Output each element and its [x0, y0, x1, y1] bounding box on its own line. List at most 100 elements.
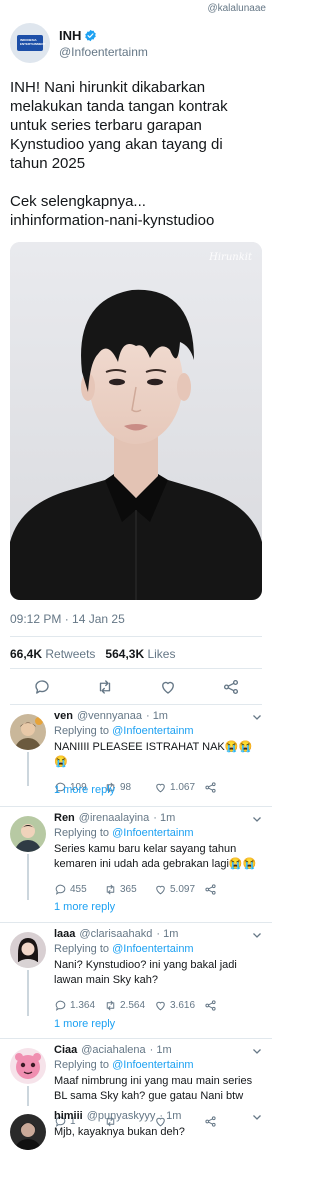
reply-avatar[interactable]	[10, 1048, 46, 1084]
replying-to-mention[interactable]: @Infoentertainm	[112, 943, 194, 955]
replying-to-mention[interactable]: @Infoentertainm	[112, 725, 194, 737]
replying-to-label: Replying to	[54, 1059, 110, 1071]
more-reply-link[interactable]: 1 more reply	[54, 901, 115, 913]
reply-time: · 1m	[156, 928, 179, 940]
more-reply-link[interactable]: 1 more reply	[54, 1018, 115, 1030]
reply-author-name[interactable]: himiii	[54, 1110, 83, 1122]
author-handle[interactable]: @Infoentertainm	[59, 45, 148, 59]
reply-time: · 1m	[159, 1110, 182, 1122]
avatar-logo-text: INDONESIA ENTERTAINMENT	[20, 38, 46, 46]
retweet-icon[interactable]	[96, 678, 114, 696]
reply-text: Nani? Kynstudioo? ini yang bakal jadi la…	[54, 959, 237, 986]
replying-to: Replying to @Infoentertainm	[54, 1059, 262, 1071]
replying-to-label: Replying to	[54, 943, 110, 955]
reply-avatar[interactable]	[10, 1114, 46, 1150]
reply-avatar[interactable]	[10, 816, 46, 852]
reply-tweet[interactable]: laaa @clarisaahakd · 1m Replying to @Inf…	[0, 928, 272, 1012]
chevron-down-icon[interactable]	[252, 712, 262, 722]
chevron-down-icon[interactable]	[252, 1046, 262, 1056]
reply-action-like[interactable]: 5.097	[154, 883, 204, 896]
reply-author-handle[interactable]: @vennyanaa	[77, 710, 142, 722]
reply-header: himiii @punyaskyyy · 1m	[54, 1110, 262, 1122]
reply-author-handle[interactable]: @aciahalena	[81, 1044, 145, 1056]
reply-avatar[interactable]	[10, 932, 46, 968]
author-name-line: INH	[59, 28, 148, 43]
reply-count: 1.364	[70, 1000, 96, 1011]
like-icon[interactable]	[159, 678, 177, 696]
reply-icon	[55, 1000, 66, 1011]
reply-action-like[interactable]: 3.616	[154, 999, 204, 1012]
reply-header: laaa @clarisaahakd · 1m	[54, 928, 262, 940]
tweet-stats: 66,4K Retweets 564,3K Likes	[10, 647, 175, 661]
reply-action-reply[interactable]: 1.364	[54, 999, 104, 1012]
divider	[0, 806, 272, 807]
tweet-photo[interactable]: Hirunkit	[10, 242, 262, 600]
reply-text: Series kamu baru kelar sayang tahun kema…	[54, 843, 257, 870]
author-avatar[interactable]: INDONESIA ENTERTAINMENT	[10, 23, 50, 63]
reply-author-name[interactable]: Ciaa	[54, 1044, 77, 1056]
reply-text: NANIIII PLEASEE ISTRAHAT NAK😭😭😭	[54, 741, 253, 768]
photo-watermark: Hirunkit	[209, 252, 252, 263]
reply-author-name[interactable]: Ren	[54, 812, 75, 824]
chevron-down-icon[interactable]	[252, 814, 262, 824]
share-icon[interactable]	[222, 678, 240, 696]
reply-header: ven @vennyanaa · 1m	[54, 710, 262, 722]
reply-actions: 1.364 2.564 3.616	[54, 999, 262, 1012]
reply-author-handle[interactable]: @irenaalayina	[79, 812, 150, 824]
tweet-action-bar	[10, 676, 262, 698]
reply-tweet[interactable]: himiii @punyaskyyy · 1m Mjb, kayaknya bu…	[0, 1110, 272, 1150]
reply-time: · 1m	[153, 812, 176, 824]
reply-tweet[interactable]: ven @vennyanaa · 1m Replying to @Infoent…	[0, 710, 272, 794]
reply-action-share[interactable]	[204, 999, 254, 1012]
reply-author-handle[interactable]: @clarisaahakd	[79, 928, 152, 940]
reply-time: · 1m	[149, 1044, 172, 1056]
reply-action-retweet[interactable]: 365	[104, 883, 154, 896]
divider	[0, 922, 272, 923]
like-icon	[156, 783, 165, 793]
replying-to-label: Replying to	[54, 827, 110, 839]
replying-to: Replying to @Infoentertainm	[54, 725, 262, 737]
retweets-count[interactable]: 66,4K	[10, 647, 42, 661]
tweet-timestamp[interactable]: 09:12 PM · 14 Jan 25	[10, 612, 125, 626]
author-name[interactable]: INH	[59, 28, 81, 43]
reply-icon	[55, 884, 66, 895]
reply-action-share[interactable]	[204, 781, 254, 794]
likes-count[interactable]: 564,3K	[105, 647, 144, 661]
chevron-down-icon[interactable]	[252, 1112, 262, 1122]
reply-action-reply[interactable]: 455	[54, 883, 104, 896]
reply-author-name[interactable]: laaa	[54, 928, 75, 940]
reply-actions: 455 365 5.097	[54, 883, 262, 896]
likes-label[interactable]: Likes	[147, 647, 175, 661]
reply-author-handle[interactable]: @punyaskyyy	[87, 1110, 156, 1122]
reply-header: Ren @irenaalayina · 1m	[54, 812, 262, 824]
replying-to: Replying to @Infoentertainm	[54, 943, 262, 955]
avatar-image	[10, 932, 46, 968]
reply-author-name[interactable]: ven	[54, 710, 73, 722]
like-count: 5.097	[170, 884, 196, 895]
verified-badge-icon	[85, 29, 97, 41]
thread-line	[27, 854, 29, 900]
chevron-down-icon[interactable]	[252, 930, 262, 940]
like-icon	[156, 1001, 165, 1011]
retweets-label[interactable]: Retweets	[45, 647, 95, 661]
reply-avatar[interactable]	[10, 714, 46, 750]
more-reply-link[interactable]: 1 more reply	[54, 784, 115, 796]
retweet-count: 98	[120, 782, 132, 793]
reply-action-like[interactable]: 1.067	[154, 781, 204, 794]
divider	[10, 636, 262, 637]
reply-text: Mjb, kayaknya bukan deh?	[54, 1126, 185, 1138]
portrait-image	[10, 242, 262, 600]
reply-icon[interactable]	[33, 678, 51, 696]
reply-action-retweet[interactable]: 2.564	[104, 999, 154, 1012]
reply-time: · 1m	[145, 710, 168, 722]
reply-body: ven @vennyanaa · 1m Replying to @Infoent…	[54, 710, 262, 794]
replying-to-mention[interactable]: @Infoentertainm	[112, 1059, 194, 1071]
reply-body: himiii @punyaskyyy · 1m Mjb, kayaknya bu…	[54, 1110, 262, 1140]
reply-action-share[interactable]	[204, 883, 254, 896]
reply-tweet[interactable]: Ren @irenaalayina · 1m Replying to @Info…	[0, 812, 272, 896]
avatar-image	[10, 816, 46, 852]
avatar-image	[10, 714, 46, 750]
like-count: 1.067	[170, 782, 196, 793]
replying-to-mention[interactable]: @Infoentertainm	[112, 827, 194, 839]
logo-card: INDONESIA ENTERTAINMENT	[17, 35, 46, 51]
